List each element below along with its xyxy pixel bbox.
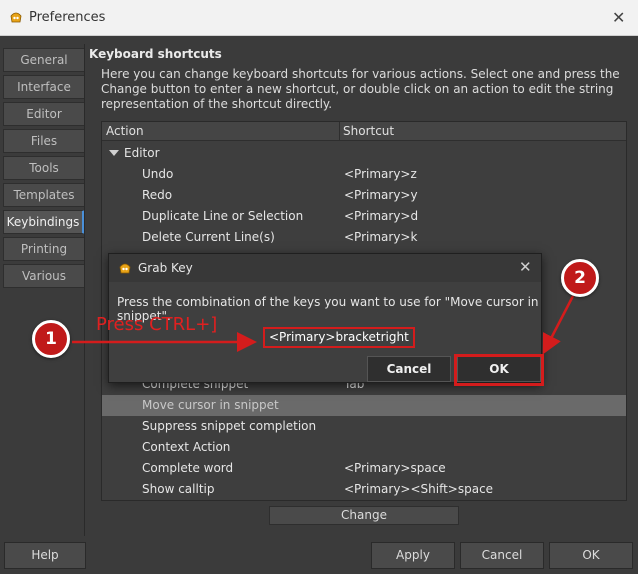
table-row[interactable]: Suppress snippet completion	[102, 416, 626, 437]
grabbed-key-label: <Primary>bracketright	[263, 327, 415, 348]
column-action-header[interactable]: Action	[106, 124, 144, 138]
dialog-cancel-button[interactable]: Cancel	[367, 356, 451, 382]
ok-highlight-box	[454, 354, 544, 386]
table-row[interactable]: Context Action	[102, 437, 626, 458]
geany-app-icon	[10, 12, 22, 23]
row-action: Show calltip	[142, 482, 215, 496]
tab-keybindings[interactable]: Keybindings	[3, 210, 85, 234]
change-button[interactable]: Change	[269, 506, 459, 525]
tabs-divider	[84, 44, 85, 536]
preferences-tabs: General Interface Editor Files Tools Tem…	[3, 48, 85, 291]
cancel-button[interactable]: Cancel	[460, 542, 544, 569]
row-action: Redo	[142, 188, 173, 202]
row-action: Suppress snippet completion	[142, 419, 317, 433]
window-close-icon[interactable]: ✕	[612, 8, 625, 27]
table-row[interactable]: Duplicate Line or Selection <Primary>d	[102, 206, 626, 227]
tab-interface[interactable]: Interface	[3, 75, 85, 99]
tab-various[interactable]: Various	[3, 264, 85, 288]
section-description: Here you can change keyboard shortcuts f…	[101, 67, 620, 111]
row-shortcut: <Primary>y	[344, 188, 418, 202]
tab-general[interactable]: General	[3, 48, 85, 72]
tab-editor[interactable]: Editor	[3, 102, 85, 126]
row-shortcut: <Primary><Shift>space	[344, 482, 494, 496]
column-divider[interactable]	[339, 122, 340, 141]
row-shortcut: <Primary>k	[344, 230, 418, 244]
table-row[interactable]: Undo <Primary>z	[102, 164, 626, 185]
tab-tools[interactable]: Tools	[3, 156, 85, 180]
dialog-close-icon[interactable]: ✕	[519, 258, 532, 276]
table-row[interactable]: Show calltip <Primary><Shift>space	[102, 479, 626, 500]
row-shortcut: <Primary>z	[344, 167, 417, 181]
row-action: Move cursor in snippet	[142, 398, 279, 412]
group-label: Editor	[124, 146, 160, 160]
column-shortcut-header[interactable]: Shortcut	[343, 124, 394, 138]
step-2-badge: 2	[561, 259, 599, 297]
help-button[interactable]: Help	[4, 542, 86, 569]
row-action: Duplicate Line or Selection	[142, 209, 304, 223]
table-row-selected[interactable]: Move cursor in snippet	[102, 395, 626, 416]
annotation-instruction: Press CTRL+]	[96, 314, 218, 335]
row-action: Undo	[142, 167, 174, 181]
row-shortcut: <Primary>space	[344, 461, 446, 475]
table-row[interactable]: Redo <Primary>y	[102, 185, 626, 206]
window-titlebar: Preferences ✕	[0, 0, 638, 36]
table-row[interactable]: Complete word <Primary>space	[102, 458, 626, 479]
table-row[interactable]: Delete Current Line(s) <Primary>k	[102, 227, 626, 248]
step-1-badge: 1	[32, 320, 70, 358]
dialog-title: Grab Key	[138, 261, 193, 275]
tree-header: Action Shortcut	[102, 122, 626, 141]
tab-printing[interactable]: Printing	[3, 237, 85, 261]
tab-templates[interactable]: Templates	[3, 183, 85, 207]
tab-files[interactable]: Files	[3, 129, 85, 153]
apply-button[interactable]: Apply	[371, 542, 455, 569]
section-title: Keyboard shortcuts	[89, 47, 222, 61]
window-title: Preferences	[29, 10, 106, 25]
row-shortcut: <Primary>d	[344, 209, 419, 223]
tree-group-editor[interactable]: Editor	[102, 143, 626, 164]
row-action: Complete word	[142, 461, 234, 475]
row-action: Context Action	[142, 440, 231, 454]
ok-button[interactable]: OK	[549, 542, 633, 569]
geany-app-icon	[119, 263, 131, 274]
row-action: Delete Current Line(s)	[142, 230, 275, 244]
expander-down-icon[interactable]	[109, 150, 119, 156]
